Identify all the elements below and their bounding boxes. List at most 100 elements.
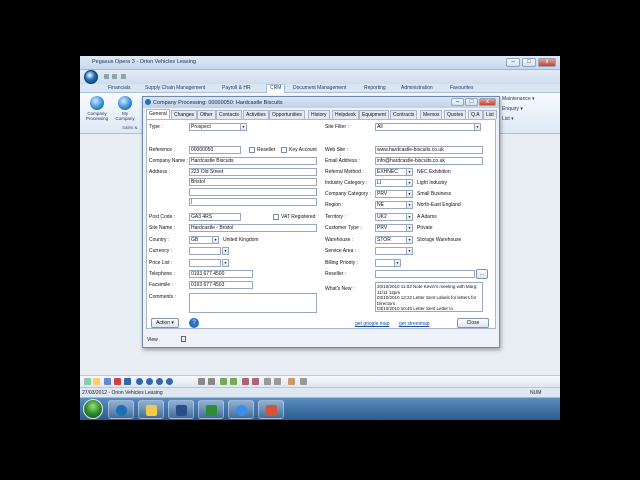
company-processing-button[interactable]: Company Processing	[84, 96, 110, 121]
tab-crm[interactable]: CRM	[266, 84, 286, 93]
enquiry-menu[interactable]: Enquiry ▾	[502, 106, 523, 112]
customer-type-dropdown[interactable]: ▾	[406, 224, 413, 232]
undo-icon[interactable]	[112, 74, 118, 79]
tab-contracts[interactable]: Contracts	[390, 110, 418, 119]
quick-access-toolbar[interactable]	[104, 74, 134, 80]
industry-dropdown[interactable]: ▾	[406, 179, 413, 187]
whats-new-entry[interactable]: 20/10/2010 11:02 Note Kevin's meeting wi…	[377, 284, 481, 295]
paste-icon[interactable]	[208, 378, 215, 385]
tab-qa[interactable]: Q.A	[468, 110, 483, 119]
maintenance-menu[interactable]: Maintenance ▾	[502, 96, 535, 102]
company-category-dropdown[interactable]: ▾	[406, 190, 413, 198]
help-icon[interactable]: ?	[189, 318, 199, 328]
tab-helpdesk[interactable]: Helpdesk	[332, 110, 359, 119]
territory-dropdown[interactable]: ▾	[406, 213, 413, 221]
reseller-checkbox[interactable]	[249, 147, 255, 153]
customer-type-code-field[interactable]: PRV	[375, 224, 407, 232]
referral-code-field[interactable]: EXHNEC	[375, 168, 407, 176]
save-icon[interactable]	[104, 74, 109, 79]
warehouse-code-field[interactable]: STOR	[375, 236, 407, 244]
tab-memos[interactable]: Memos	[420, 110, 443, 119]
whats-new-entry[interactable]: 03/10/2010 10:45 Letter Sent Letter to	[377, 306, 481, 311]
facsimile-field[interactable]: 0193 677 4503	[189, 281, 253, 289]
attach-icon[interactable]	[242, 378, 249, 385]
service-area-dropdown[interactable]: ▾	[406, 247, 413, 255]
billing-priority-dropdown[interactable]: ▾	[394, 259, 401, 267]
reference-field[interactable]: 00000050	[189, 146, 241, 154]
customize-icon[interactable]	[120, 74, 126, 79]
find-icon[interactable]	[230, 378, 237, 385]
fields-icon[interactable]	[274, 378, 281, 385]
telephone-field[interactable]: 0193 677 4500	[189, 270, 253, 278]
pegasus-logo-icon[interactable]	[84, 70, 98, 84]
tab-supply-chain[interactable]: Supply Chain Management	[145, 85, 205, 91]
tab-reporting[interactable]: Reporting	[364, 85, 386, 91]
minimize-button[interactable]: –	[506, 58, 520, 67]
billing-priority-field[interactable]	[375, 259, 395, 267]
tab-document-management[interactable]: Document Management	[293, 85, 346, 91]
email-field[interactable]: info@hardcastle-biscuits.co.uk	[375, 157, 483, 165]
taskbar-ie-button[interactable]	[228, 400, 254, 419]
tab-activities[interactable]: Activities	[243, 110, 269, 119]
web-site-field[interactable]: www.hardcastle-biscuits.co.uk	[375, 146, 483, 154]
taskbar-explorer-button[interactable]	[138, 400, 164, 419]
vat-registered-checkbox[interactable]	[273, 214, 279, 220]
print-icon[interactable]	[124, 378, 131, 385]
google-map-link[interactable]: get google map	[355, 321, 389, 327]
company-name-field[interactable]: Hardcastle Biscuits	[189, 157, 317, 165]
tab-contacts[interactable]: Contacts	[216, 110, 242, 119]
warehouse-dropdown[interactable]: ▾	[406, 236, 413, 244]
tab-list[interactable]: List	[483, 110, 497, 119]
last-record-icon[interactable]	[166, 378, 173, 385]
industry-code-field[interactable]: LI	[375, 179, 407, 187]
tab-other[interactable]: Other	[197, 110, 216, 119]
site-name-field[interactable]: Hardcastle - Bristol	[189, 224, 317, 232]
address-line-1[interactable]: 223 Old Street	[189, 168, 317, 176]
currency-field[interactable]	[189, 247, 221, 255]
country-dropdown[interactable]: ▾	[212, 236, 219, 244]
options-icon[interactable]	[300, 378, 307, 385]
post-code-field[interactable]: GA3 4RS	[189, 213, 241, 221]
country-code-field[interactable]: GB	[189, 236, 213, 244]
taskbar-pegasus-button[interactable]	[108, 400, 134, 419]
tab-history[interactable]: History	[308, 110, 330, 119]
tab-financials[interactable]: Financials	[108, 85, 131, 91]
start-button-icon[interactable]	[83, 399, 103, 419]
action-menu-button[interactable]: Action ▾	[151, 318, 179, 328]
reseller-field[interactable]	[375, 270, 475, 278]
tab-opportunities[interactable]: Opportunities	[269, 110, 305, 119]
filter-icon[interactable]	[220, 378, 227, 385]
company-category-code-field[interactable]: PRV	[375, 190, 407, 198]
new-icon[interactable]	[84, 378, 91, 385]
streetmap-link[interactable]: get streetmap	[399, 321, 430, 327]
type-select[interactable]: Prospect	[189, 123, 241, 131]
dialog-minimize-button[interactable]: –	[451, 98, 464, 106]
territory-code-field[interactable]: UK2	[375, 213, 407, 221]
tab-favourites[interactable]: Favourites	[450, 85, 473, 91]
properties-icon[interactable]	[264, 378, 271, 385]
next-record-icon[interactable]	[156, 378, 163, 385]
taskbar-media-button[interactable]	[168, 400, 194, 419]
tab-changes[interactable]: Changes	[171, 110, 198, 119]
currency-dropdown[interactable]: ▾	[222, 247, 229, 255]
close-dialog-button[interactable]: Close	[457, 318, 489, 328]
tab-general[interactable]: General	[146, 109, 170, 119]
tab-payroll[interactable]: Payroll & HR	[222, 85, 251, 91]
address-line-2[interactable]: Bristol	[189, 178, 317, 186]
previous-record-icon[interactable]	[146, 378, 153, 385]
copy-icon[interactable]	[198, 378, 205, 385]
whats-new-entry[interactable]: 03/10/2010 13:22 Letter Sent Labels for …	[377, 295, 481, 306]
site-filter-select[interactable]: All	[375, 123, 475, 131]
dialog-close-button[interactable]: x	[479, 98, 496, 106]
price-list-dropdown[interactable]: ▾	[222, 259, 229, 267]
region-dropdown[interactable]: ▾	[406, 201, 413, 209]
taskbar-powerpoint-button[interactable]	[258, 400, 284, 419]
region-code-field[interactable]: NE	[375, 201, 407, 209]
address-line-3[interactable]	[189, 188, 317, 196]
site-filter-dropdown[interactable]: ▾	[474, 123, 481, 131]
taskbar-excel-button[interactable]	[198, 400, 224, 419]
tab-equipment[interactable]: Equipment	[359, 110, 389, 119]
note-icon[interactable]	[252, 378, 259, 385]
maximize-button[interactable]: □	[522, 58, 536, 67]
save-icon[interactable]	[104, 378, 111, 385]
